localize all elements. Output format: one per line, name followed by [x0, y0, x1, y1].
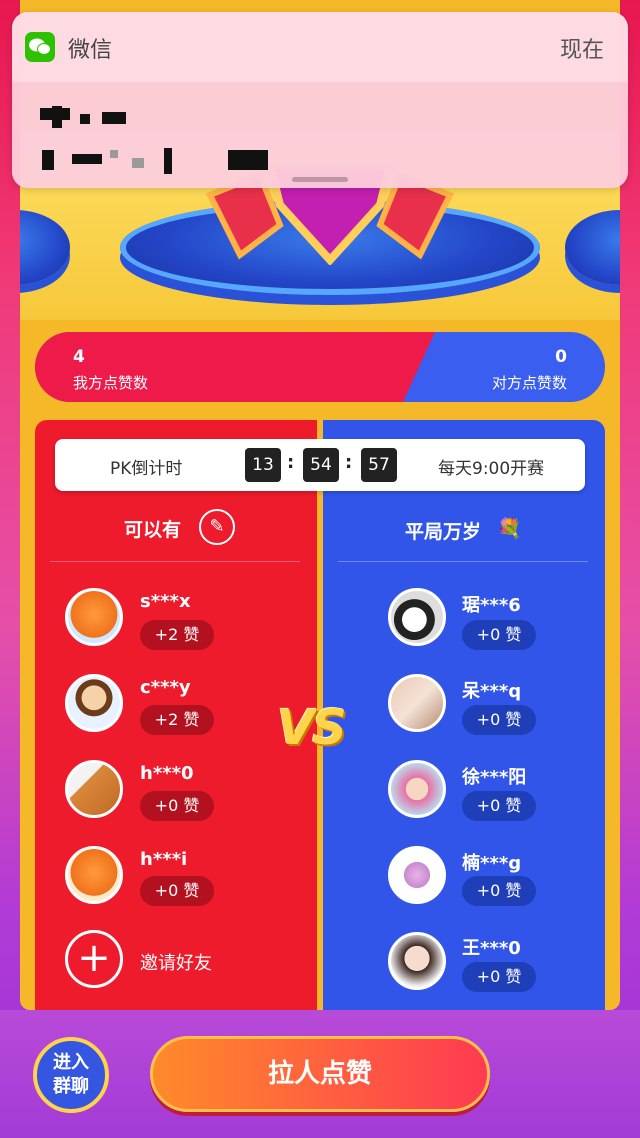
- wechat-icon: [25, 32, 55, 62]
- countdown-separator: :: [287, 452, 295, 473]
- avatar: [65, 846, 123, 904]
- their-score-value: 0: [555, 347, 567, 367]
- group-chat-line1: 进入: [53, 1052, 89, 1073]
- start-time-note: 每天9:00开赛: [438, 459, 545, 479]
- wechat-notification[interactable]: 微信 现在: [12, 12, 628, 188]
- right-team-name: 平局万岁: [405, 521, 482, 543]
- member-name: h***0: [140, 763, 194, 784]
- member-likes: +0 赞: [462, 791, 536, 821]
- member-name: 琚***6: [462, 595, 521, 616]
- pencil-icon: ✎: [209, 516, 225, 537]
- member-name: c***y: [140, 677, 191, 698]
- invite-friends-label[interactable]: 邀请好友: [140, 949, 212, 975]
- countdown-minutes: 54: [303, 448, 339, 482]
- left-divider: [50, 561, 300, 562]
- avatar: [388, 588, 446, 646]
- member-likes: +0 赞: [462, 620, 536, 650]
- member-name: 呆***q: [462, 681, 522, 702]
- notification-grabber[interactable]: [292, 177, 348, 182]
- avatar: [388, 674, 446, 732]
- group-chat-line2: 群聊: [53, 1076, 89, 1097]
- pk-countdown: PK倒计时 13 : 54 : 57 每天9:00开赛: [55, 439, 585, 491]
- left-pedestal: [20, 210, 70, 285]
- avatar: [388, 932, 446, 990]
- member-likes: +0 赞: [462, 705, 536, 735]
- edit-team-name-button[interactable]: ✎: [199, 509, 235, 545]
- member-name: h***i: [140, 849, 188, 870]
- right-pedestal: [565, 210, 620, 285]
- enter-group-chat-button[interactable]: 进入 群聊: [33, 1037, 109, 1113]
- member-name: s***x: [140, 591, 191, 612]
- avatar: [65, 588, 123, 646]
- countdown-separator: :: [345, 452, 353, 473]
- member-likes: +0 赞: [140, 876, 214, 906]
- plus-icon: +: [77, 935, 111, 981]
- score-bar: 4 我方点赞数 0 对方点赞数: [35, 332, 605, 402]
- left-team-name: 可以有: [124, 519, 182, 541]
- member-likes: +2 赞: [140, 620, 214, 650]
- notification-time: 现在: [559, 38, 604, 63]
- member-likes: +0 赞: [462, 876, 536, 906]
- our-score-value: 4: [73, 347, 85, 367]
- invite-friends-button[interactable]: +: [65, 930, 123, 988]
- member-name: 王***0: [462, 938, 521, 959]
- our-score-label: 我方点赞数: [73, 374, 149, 392]
- avatar: [65, 760, 123, 818]
- countdown-label: PK倒计时: [110, 459, 183, 479]
- member-likes: +0 赞: [462, 962, 536, 992]
- member-likes: +0 赞: [140, 791, 214, 821]
- their-score-label: 对方点赞数: [491, 374, 567, 392]
- notification-app-name: 微信: [68, 38, 113, 63]
- member-name: 楠***g: [462, 853, 522, 874]
- right-divider: [338, 561, 588, 562]
- member-name: 徐***阳: [462, 767, 527, 788]
- countdown-hours: 13: [245, 448, 281, 482]
- avatar: [388, 760, 446, 818]
- avatar: [65, 674, 123, 732]
- vs-emblem: VS: [277, 700, 347, 756]
- member-likes: +2 赞: [140, 705, 214, 735]
- invite-likes-button[interactable]: 拉人点赞: [150, 1036, 490, 1112]
- flower-icon: 💐: [497, 516, 522, 540]
- avatar: [388, 846, 446, 904]
- countdown-seconds: 57: [361, 448, 397, 482]
